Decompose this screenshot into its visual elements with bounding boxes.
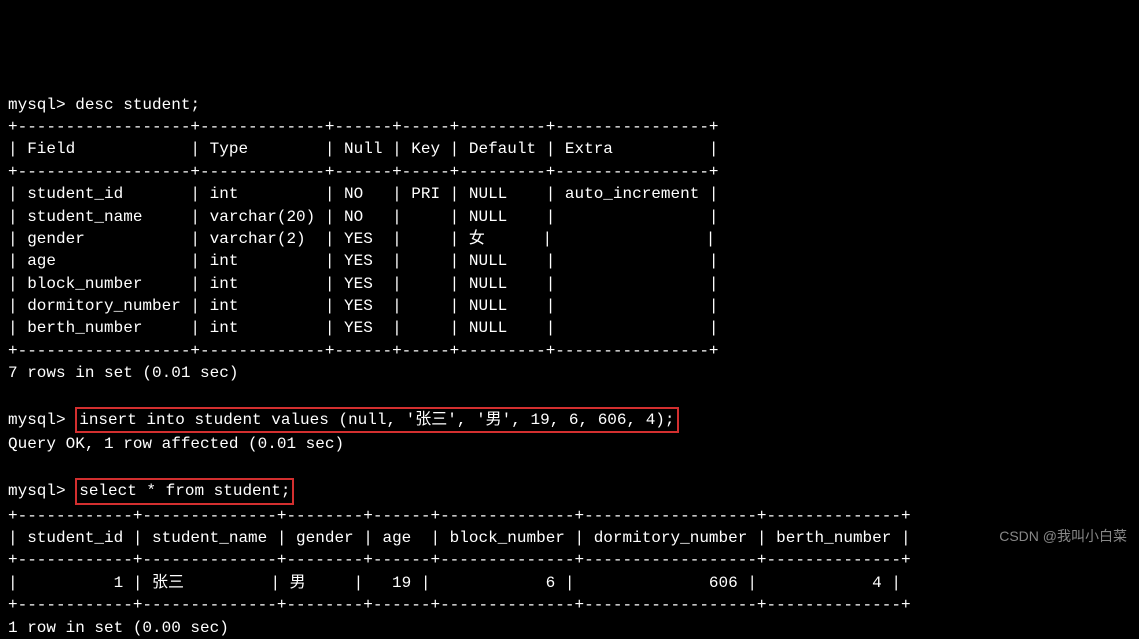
sel-row: | 1 | 张三 | 男 | 19 | 6 | 606 | 4 | xyxy=(8,574,901,592)
sel-border-top: +------------+--------------+--------+--… xyxy=(8,507,911,525)
insert-result: Query OK, 1 row affected (0.01 sec) xyxy=(8,435,344,453)
desc-summary: 7 rows in set (0.01 sec) xyxy=(8,364,238,382)
desc-row: | dormitory_number | int | YES | | NULL … xyxy=(8,297,719,315)
cmd-insert-highlight[interactable]: insert into student values (null, '张三', … xyxy=(75,407,678,433)
desc-border-top: +------------------+-------------+------… xyxy=(8,118,719,136)
sel-border-mid: +------------+--------------+--------+--… xyxy=(8,551,911,569)
sel-summary: 1 row in set (0.00 sec) xyxy=(8,619,229,637)
cmd-select-highlight[interactable]: select * from student; xyxy=(75,478,294,504)
desc-row: | age | int | YES | | NULL | | xyxy=(8,252,719,270)
desc-header: | Field | Type | Null | Key | Default | … xyxy=(8,140,719,158)
sel-border-bot: +------------+--------------+--------+--… xyxy=(8,596,911,614)
desc-row: | berth_number | int | YES | | NULL | | xyxy=(8,319,719,337)
prompt: mysql> xyxy=(8,482,66,500)
cmd-desc[interactable]: desc student; xyxy=(75,96,200,114)
desc-border-mid: +------------------+-------------+------… xyxy=(8,163,719,181)
desc-row: | student_id | int | NO | PRI | NULL | a… xyxy=(8,185,719,203)
prompt: mysql> xyxy=(8,411,66,429)
desc-row: | block_number | int | YES | | NULL | | xyxy=(8,275,719,293)
desc-row: | gender | varchar(2) | YES | | 女 | | xyxy=(8,230,715,248)
desc-row: | student_name | varchar(20) | NO | | NU… xyxy=(8,208,719,226)
desc-border-bot: +------------------+-------------+------… xyxy=(8,342,719,360)
watermark: CSDN @我叫小白菜 xyxy=(999,527,1127,547)
sel-header: | student_id | student_name | gender | a… xyxy=(8,529,911,547)
prompt: mysql> xyxy=(8,96,66,114)
